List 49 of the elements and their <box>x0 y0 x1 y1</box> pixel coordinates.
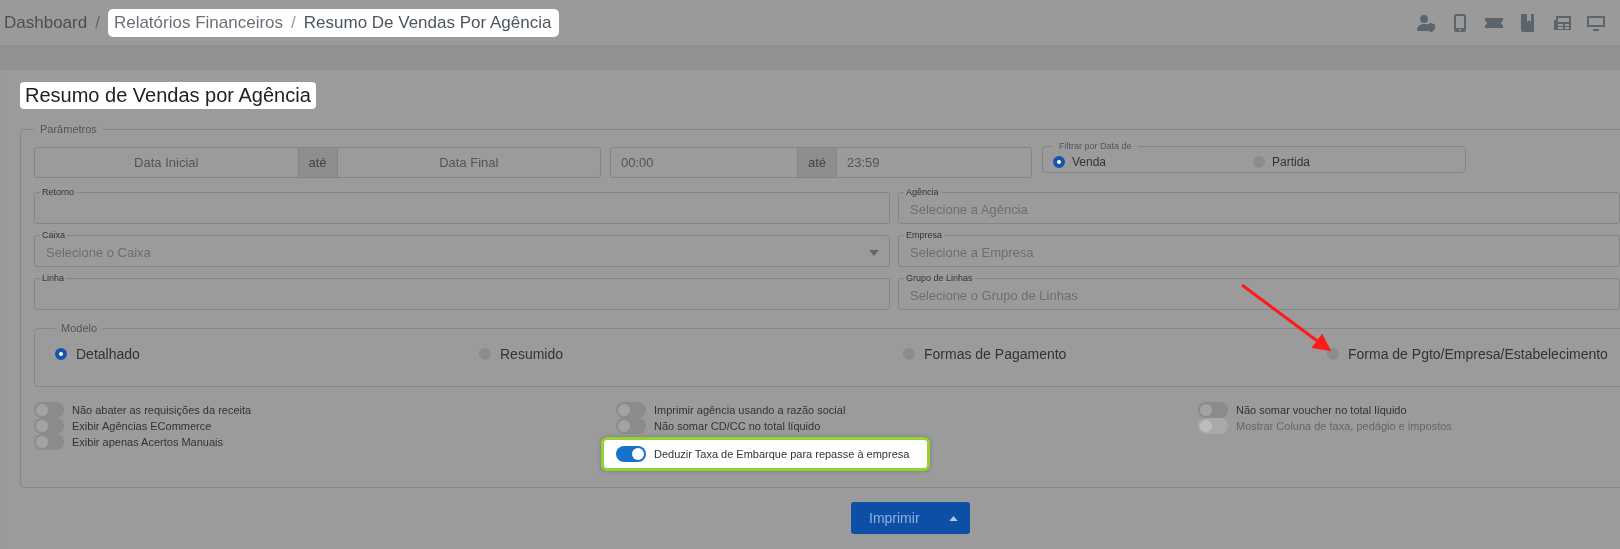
input-field[interactable]: Linha <box>34 273 890 310</box>
toggle-switch[interactable] <box>34 434 64 450</box>
radio-option[interactable]: Formas de Pagamento <box>903 346 1327 362</box>
input-field[interactable]: Retorno <box>34 187 890 224</box>
toggle-switch[interactable] <box>616 402 646 418</box>
toggle-label: Exibir apenas Acertos Manuais <box>72 436 224 448</box>
radio-button[interactable] <box>1053 155 1065 168</box>
toggle-label: Não somar voucher no total líquido <box>1236 404 1407 416</box>
toggle-label: Não somar CD/CC no total líquido <box>654 420 821 432</box>
field-label: Empresa <box>905 230 943 241</box>
toggle-switch[interactable] <box>616 418 646 434</box>
breadcrumb-separator: / <box>94 11 101 34</box>
panel-legend: Modelo <box>55 322 104 334</box>
radio-option[interactable]: Partida <box>1253 151 1453 172</box>
toggle-label: Exibir Agências ECommerce <box>72 420 212 432</box>
toggle-switch[interactable] <box>1198 402 1228 418</box>
toggle-label: Não abater as requisições da receita <box>72 404 252 416</box>
breadcrumb-link[interactable]: Resumo De Vendas Por Agência <box>303 8 560 37</box>
date-range-field[interactable]: Data Inicial até Data Final <box>34 147 601 178</box>
radio-label: Resumido <box>500 346 564 362</box>
print-button[interactable]: Imprimir <box>851 502 970 534</box>
radio-option[interactable]: Detalhado <box>55 346 479 362</box>
field-label: Linha <box>41 273 66 284</box>
radio-label: Detalhado <box>76 346 140 362</box>
toggle-label: Deduzir Taxa de Embarque para repasse à empresa <box>654 448 910 460</box>
page-title: Resumo de Vendas por Agência <box>20 82 316 109</box>
toggle-switch[interactable] <box>34 418 64 434</box>
breadcrumb-link[interactable]: Dashboard <box>4 8 88 37</box>
toggle-switch[interactable] <box>616 446 646 462</box>
radio-label: Venda <box>1072 154 1107 169</box>
field-label: Agência <box>905 187 940 198</box>
panel-legend: Filtrar por Data de <box>1053 141 1138 151</box>
breadcrumb-link[interactable]: Relatórios Financeiros <box>107 8 284 37</box>
radio-label: Partida <box>1272 154 1311 169</box>
caret-icon <box>869 249 879 256</box>
radio-label: Formas de Pagamento <box>924 346 1067 362</box>
radio-button[interactable] <box>55 348 67 360</box>
time-range-field[interactable]: 00:00 até 23:59 <box>610 147 1032 178</box>
field-label: Grupo de Linhas <box>905 273 974 284</box>
radio-option[interactable]: Resumido <box>479 346 903 362</box>
field-label: Caixa <box>41 230 66 241</box>
breadcrumb-separator: / <box>283 8 304 37</box>
panel-legend: Parâmetros <box>34 123 103 135</box>
caret-icon <box>949 515 959 521</box>
user-shield-icon[interactable] <box>1416 12 1436 33</box>
radio-option[interactable]: Venda <box>1053 151 1253 172</box>
field-label: Retorno <box>41 187 76 198</box>
toggle-switch[interactable] <box>34 402 64 418</box>
toggle-label: Imprimir agência usando a razão social <box>654 404 846 416</box>
